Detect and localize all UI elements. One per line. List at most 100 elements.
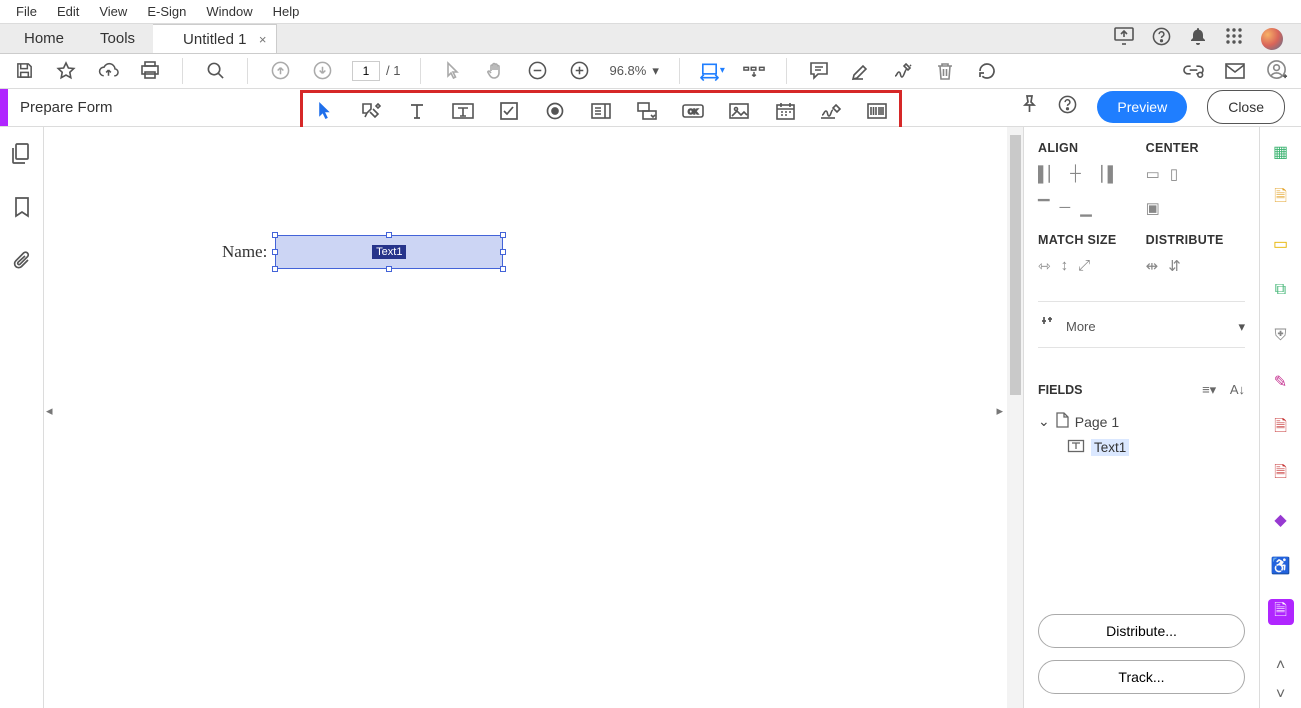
align-center-icon[interactable]: ┼ (1070, 165, 1081, 183)
organize-icon[interactable]: ⧉ (1268, 277, 1294, 303)
thumbnails-icon[interactable] (12, 143, 31, 169)
collapse-left-icon[interactable]: ◂ (46, 403, 53, 419)
bookmark-icon[interactable] (14, 197, 30, 222)
help-icon[interactable] (1152, 27, 1171, 51)
center-v-icon[interactable]: ▯ (1170, 165, 1178, 183)
sort-az-icon[interactable]: A↓ (1230, 382, 1245, 397)
select-tool-icon[interactable] (313, 99, 337, 123)
prepare-form-icon[interactable]: 🗎 (1268, 599, 1294, 625)
edit-pdf-icon[interactable]: 🗎 (1268, 415, 1294, 441)
fit-width-icon[interactable]: ▾ (700, 59, 724, 83)
scroll-up-icon[interactable]: ˄ (1268, 653, 1294, 679)
menu-view[interactable]: View (91, 1, 135, 22)
tree-page[interactable]: ⌄ Page 1 (1038, 412, 1245, 431)
center-both-icon[interactable]: ▣ (1146, 199, 1160, 217)
comment-tool-icon[interactable]: ▭ (1268, 231, 1294, 257)
accessibility-icon[interactable]: ♿ (1268, 553, 1294, 579)
vertical-scrollbar[interactable] (1007, 127, 1023, 708)
center-h-icon[interactable]: ▭ (1146, 165, 1160, 183)
menu-help[interactable]: Help (265, 1, 308, 22)
attachment-icon[interactable] (13, 250, 31, 275)
match-both-icon[interactable]: ⤢ (1078, 257, 1090, 275)
close-icon[interactable]: × (259, 32, 267, 47)
star-icon[interactable] (54, 59, 78, 83)
link-icon[interactable] (1181, 59, 1205, 83)
save-icon[interactable] (12, 59, 36, 83)
sort-icon[interactable]: ≡▾ (1202, 382, 1216, 397)
apps-icon[interactable] (1225, 27, 1243, 50)
scroll-mode-icon[interactable] (742, 59, 766, 83)
rotate-icon[interactable] (975, 59, 999, 83)
bell-icon[interactable] (1189, 27, 1207, 51)
help-icon[interactable] (1058, 95, 1077, 119)
listbox-tool-icon[interactable] (589, 99, 613, 123)
scrollbar-thumb[interactable] (1010, 135, 1021, 395)
fill-sign-icon[interactable]: ✎ (1268, 369, 1294, 395)
export-pdf-icon[interactable]: 🗎 (1268, 185, 1294, 211)
radio-tool-icon[interactable] (543, 99, 567, 123)
menu-edit[interactable]: Edit (49, 1, 87, 22)
zoom-in-icon[interactable] (567, 59, 591, 83)
account-icon[interactable] (1265, 59, 1289, 83)
align-left-icon[interactable]: ▌▏ (1038, 165, 1060, 183)
text-tool-icon[interactable] (405, 99, 429, 123)
sign-icon[interactable] (891, 59, 915, 83)
dropdown-tool-icon[interactable] (635, 99, 659, 123)
pin-icon[interactable] (1021, 95, 1038, 119)
distribute-v-icon[interactable]: ⇵ (1168, 257, 1181, 275)
signature-tool-icon[interactable] (819, 99, 843, 123)
avatar[interactable] (1261, 28, 1283, 50)
pointer-icon[interactable] (441, 59, 465, 83)
trash-icon[interactable] (933, 59, 957, 83)
menu-esign[interactable]: E-Sign (139, 1, 194, 22)
search-icon[interactable] (203, 59, 227, 83)
textfield-icon (1068, 440, 1084, 455)
field-label: Name: (222, 242, 267, 262)
text-field[interactable]: Text1 (275, 235, 503, 269)
match-h-icon[interactable]: ↕ (1061, 257, 1069, 275)
track-button[interactable]: Track... (1038, 660, 1245, 694)
close-button[interactable]: Close (1207, 90, 1285, 124)
menu-window[interactable]: Window (198, 1, 260, 22)
redact-icon[interactable]: ◆ (1268, 507, 1294, 533)
mail-icon[interactable] (1223, 59, 1247, 83)
preview-button[interactable]: Preview (1097, 91, 1187, 123)
barcode-tool-icon[interactable] (865, 99, 889, 123)
align-middle-icon[interactable]: ─ (1060, 199, 1071, 217)
image-tool-icon[interactable] (727, 99, 751, 123)
comment-icon[interactable] (807, 59, 831, 83)
page-down-icon[interactable] (310, 59, 334, 83)
menu-file[interactable]: File (8, 1, 45, 22)
align-right-icon[interactable]: ▕▐ (1091, 165, 1113, 183)
zoom-out-icon[interactable] (525, 59, 549, 83)
match-w-icon[interactable]: ⇿ (1038, 257, 1051, 275)
edit-tool-icon[interactable] (359, 99, 383, 123)
tree-field[interactable]: Text1 (1038, 439, 1245, 456)
hand-icon[interactable] (483, 59, 507, 83)
distribute-h-icon[interactable]: ⇹ (1146, 257, 1159, 275)
button-tool-icon[interactable]: OK (681, 99, 705, 123)
create-pdf-icon[interactable]: ▦ (1268, 139, 1294, 165)
cloud-upload-icon[interactable] (96, 59, 120, 83)
print-icon[interactable] (138, 59, 162, 83)
distribute-button[interactable]: Distribute... (1038, 614, 1245, 648)
scroll-down-icon[interactable]: ˅ (1268, 682, 1294, 708)
zoom-level[interactable]: 96.8% ▾ (609, 63, 658, 79)
tab-document[interactable]: Untitled 1 × (153, 24, 277, 53)
align-top-icon[interactable]: ▔ (1038, 199, 1050, 217)
date-tool-icon[interactable] (773, 99, 797, 123)
canvas[interactable]: ◂ Name: Text1 ▸ (44, 127, 1023, 708)
screen-share-icon[interactable] (1114, 27, 1134, 50)
page-up-icon[interactable] (268, 59, 292, 83)
textfield-tool-icon[interactable] (451, 99, 475, 123)
highlight-icon[interactable] (849, 59, 873, 83)
tab-home[interactable]: Home (6, 24, 82, 53)
more-dropdown[interactable]: More ▾ (1038, 316, 1245, 337)
page-input[interactable] (352, 61, 380, 81)
checkbox-tool-icon[interactable] (497, 99, 521, 123)
collapse-right-icon[interactable]: ▸ (996, 403, 1003, 419)
tab-tools[interactable]: Tools (82, 24, 153, 53)
align-bottom-icon[interactable]: ▁ (1080, 199, 1092, 217)
protect-icon[interactable]: ⛨ (1268, 323, 1294, 349)
compress-icon[interactable]: 🗎 (1268, 461, 1294, 487)
